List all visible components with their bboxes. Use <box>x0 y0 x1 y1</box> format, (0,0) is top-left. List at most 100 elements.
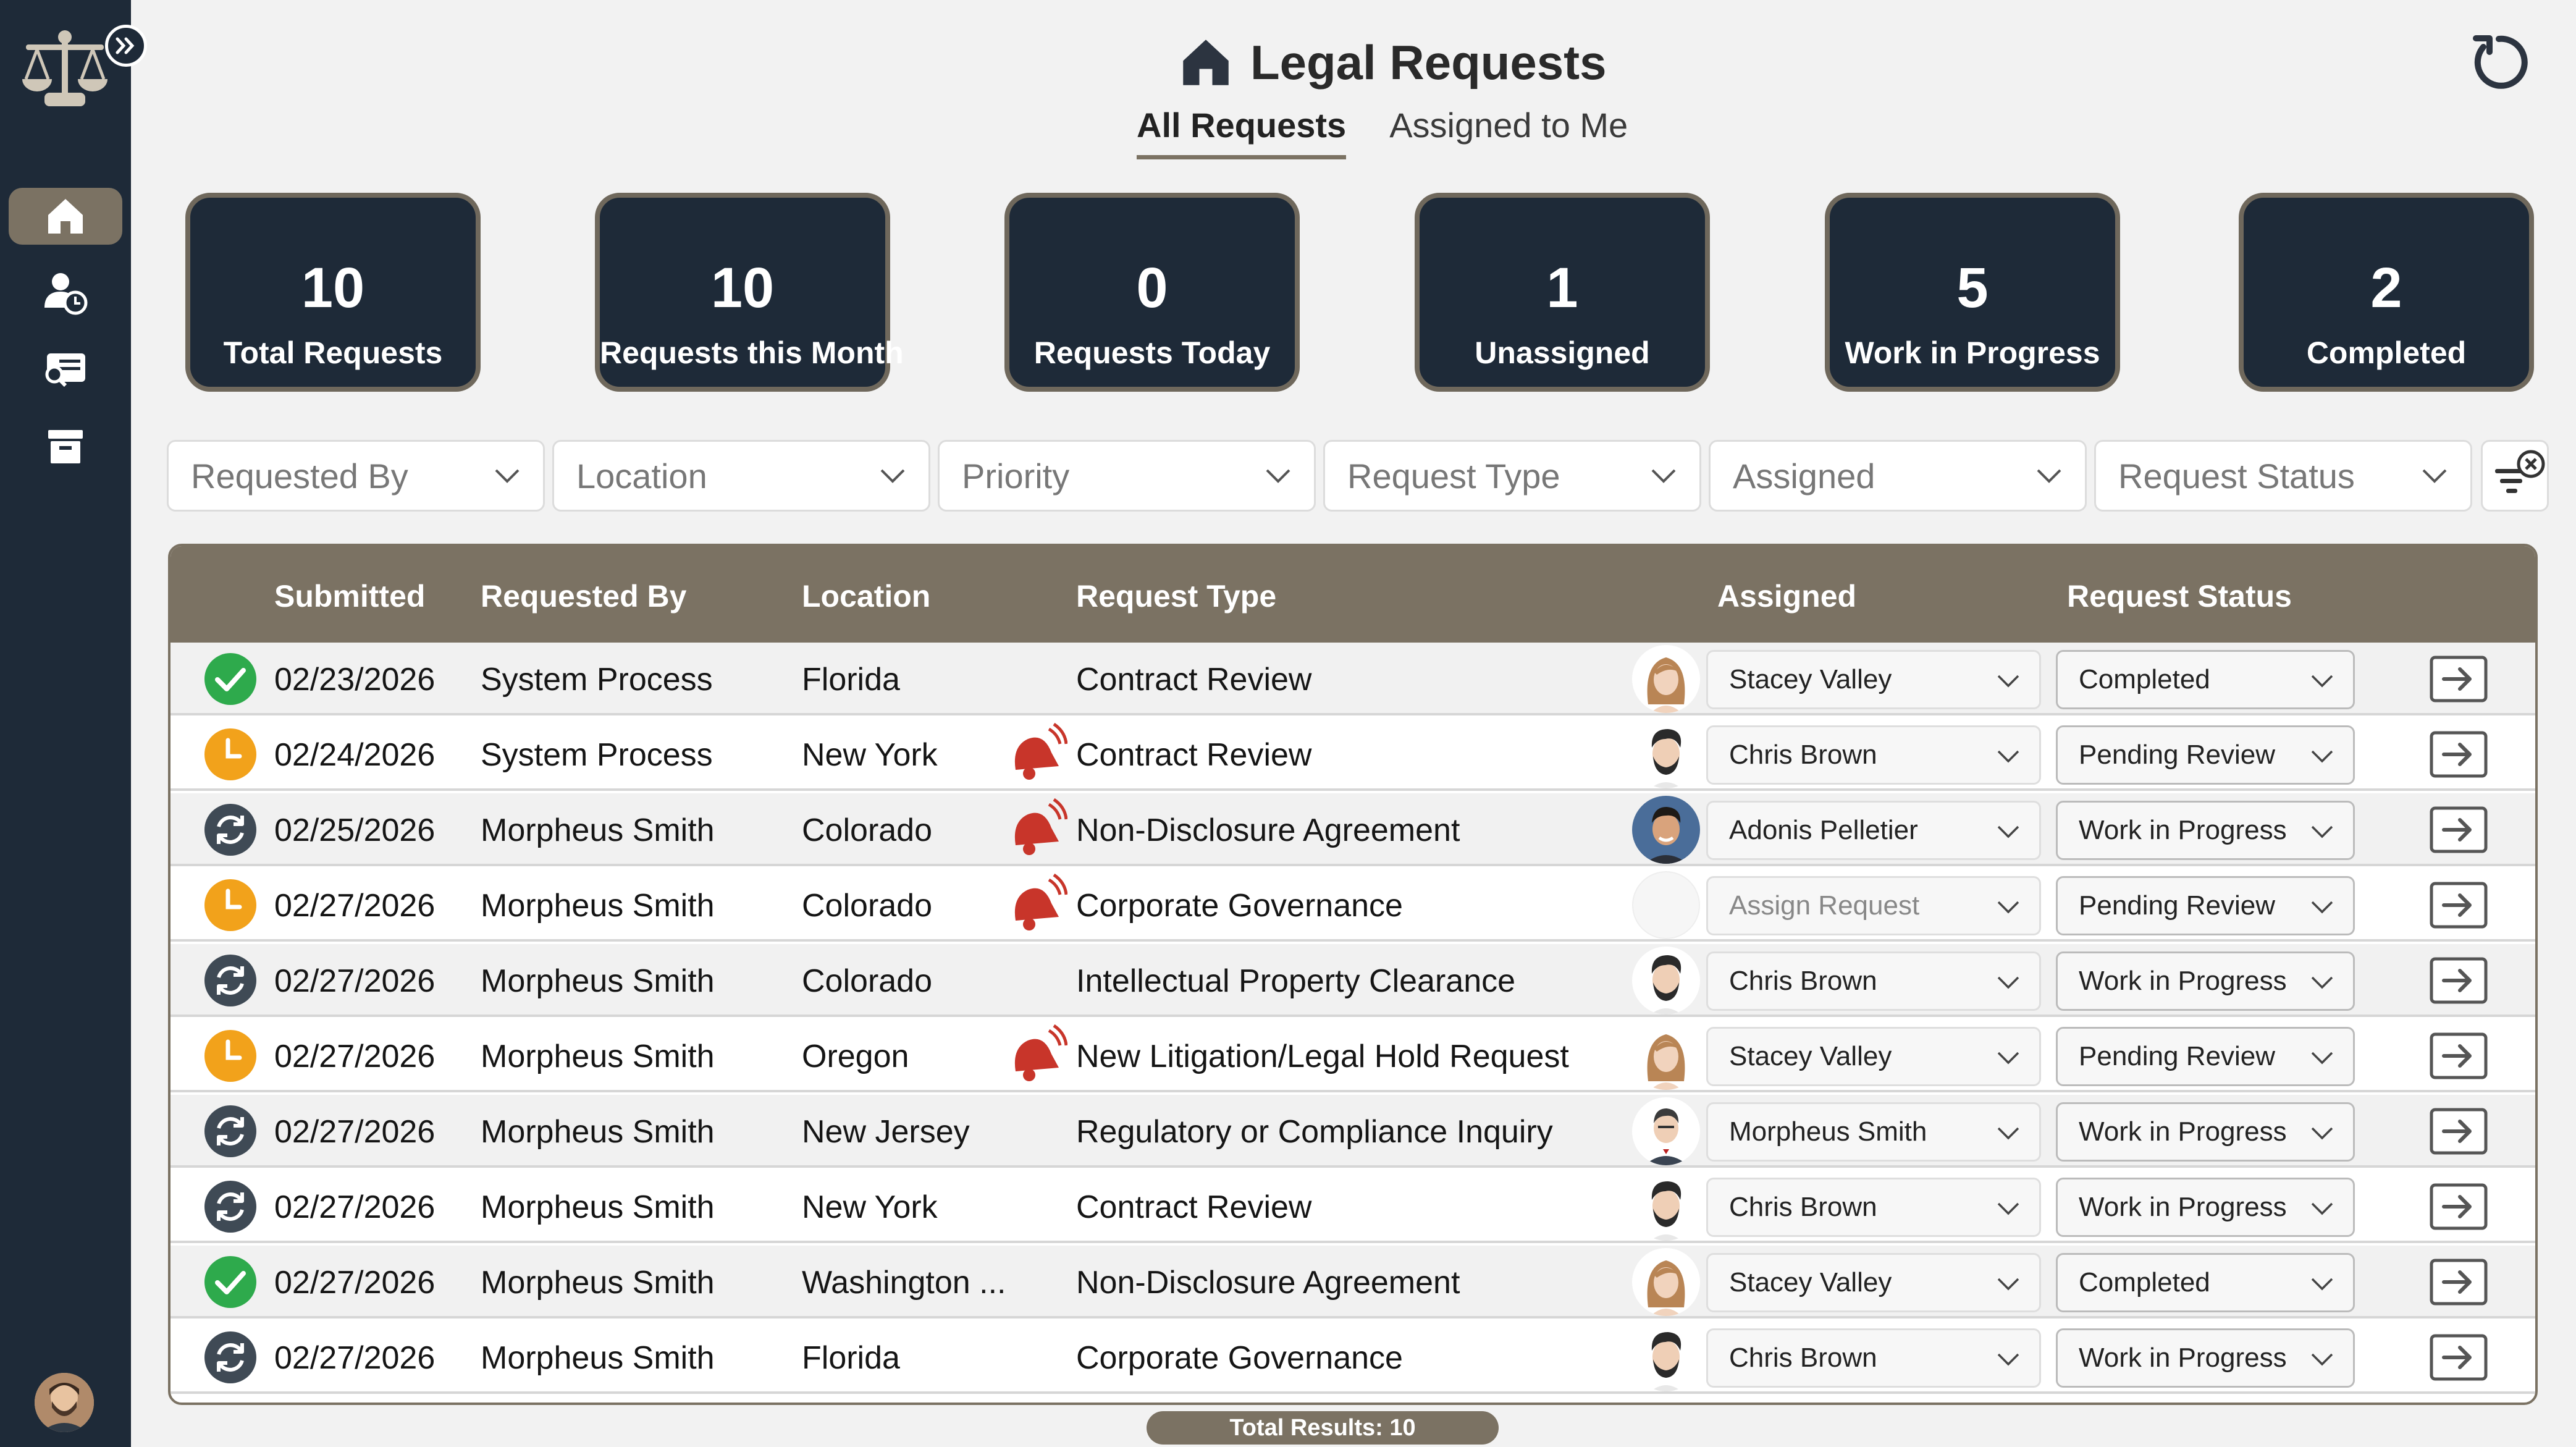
assignee-value: Stacey Valley <box>1729 1267 1892 1297</box>
status-select[interactable]: Pending Review <box>2056 1027 2355 1086</box>
open-request-button[interactable] <box>2429 655 2488 703</box>
stat-value: 10 <box>710 256 775 319</box>
chevron-down-icon <box>2310 1116 2334 1147</box>
column-header-request-status[interactable]: Request Status <box>2067 578 2292 614</box>
assignee-select[interactable]: Assign Request <box>1706 876 2041 935</box>
table-row[interactable]: 02/27/2026 Morpheus Smith Colorado Corporat… <box>170 869 2535 942</box>
table-row[interactable]: 02/24/2026 System Process New York Contract… <box>170 718 2535 791</box>
status-select[interactable]: Pending Review <box>2056 876 2355 935</box>
assignee-select[interactable]: Morpheus Smith <box>1706 1102 2041 1162</box>
filter-location[interactable]: Location <box>552 440 930 512</box>
submitted-date: 02/27/2026 <box>274 1265 436 1301</box>
sidebar <box>0 0 147 1447</box>
open-request-button[interactable] <box>2429 1183 2488 1231</box>
archive-icon <box>48 430 83 463</box>
assignee-select[interactable]: Adonis Pelletier <box>1706 801 2041 860</box>
status-value: Work in Progress <box>2079 966 2287 996</box>
column-header-location[interactable]: Location <box>802 578 930 614</box>
status-value: Pending Review <box>2079 890 2275 921</box>
check-circle-icon <box>203 1254 258 1310</box>
table-row[interactable]: 02/27/2026 Morpheus Smith New Jersey Regula… <box>170 1095 2535 1168</box>
filter-request-status[interactable]: Request Status <box>2094 440 2472 512</box>
clear-filter-icon <box>2495 450 2545 493</box>
sync-icon <box>203 1103 258 1159</box>
clock-icon <box>203 1028 258 1084</box>
assignee-select[interactable]: Stacey Valley <box>1706 650 2041 709</box>
urgent-alarm-icon <box>1006 722 1068 783</box>
status-select[interactable]: Work in Progress <box>2056 801 2355 860</box>
status-select[interactable]: Pending Review <box>2056 725 2355 785</box>
open-request-button[interactable] <box>2429 806 2488 854</box>
requested-by: Morpheus Smith <box>481 812 715 848</box>
search-list-icon <box>45 353 85 387</box>
chevron-down-icon <box>1651 469 1676 483</box>
status-select[interactable]: Work in Progress <box>2056 951 2355 1011</box>
assignee-avatar <box>1632 1323 1700 1391</box>
submitted-date: 02/27/2026 <box>274 888 436 924</box>
table-row[interactable]: 02/23/2026 System Process Florida Contract … <box>170 643 2535 715</box>
home-icon <box>48 199 83 234</box>
stat-card-requests-this-month[interactable]: 10 Requests this Month <box>595 193 904 392</box>
column-header-requested-by[interactable]: Requested By <box>481 578 686 614</box>
assignee-value: Stacey Valley <box>1729 1041 1892 1071</box>
open-request-button[interactable] <box>2429 1032 2488 1080</box>
page-title: Legal Requests <box>1250 35 1607 90</box>
column-header-assigned[interactable]: Assigned <box>1717 578 1856 614</box>
location: Washington ... <box>802 1265 1006 1301</box>
column-header-request-type[interactable]: Request Type <box>1076 578 1276 614</box>
filter-requested-by[interactable]: Requested By <box>167 440 545 512</box>
arrow-right-box-icon <box>2429 1108 2488 1163</box>
assignee-select[interactable]: Stacey Valley <box>1706 1253 2041 1312</box>
filter-priority[interactable]: Priority <box>938 440 1316 512</box>
submitted-date: 02/27/2026 <box>274 1039 436 1074</box>
status-select[interactable]: Work in Progress <box>2056 1178 2355 1237</box>
refresh-button[interactable] <box>2465 28 2533 96</box>
status-select[interactable]: Completed <box>2056 650 2355 709</box>
sidebar-item-archive[interactable] <box>9 418 122 475</box>
assignee-select[interactable]: Chris Brown <box>1706 725 2041 785</box>
table-row[interactable]: 02/25/2026 Morpheus Smith Colorado Non-Disc… <box>170 793 2535 866</box>
sidebar-item-search-requests[interactable] <box>9 341 122 398</box>
sidebar-item-my-requests[interactable] <box>9 264 122 321</box>
filter-placeholder: Request Type <box>1347 456 1560 496</box>
assignee-select[interactable]: Chris Brown <box>1706 951 2041 1011</box>
location: Oregon <box>802 1039 909 1074</box>
open-request-button[interactable] <box>2429 1333 2488 1382</box>
table-row[interactable]: 02/27/2026 Morpheus Smith New York Contract… <box>170 1170 2535 1243</box>
user-avatar[interactable] <box>35 1373 94 1432</box>
tab-assigned-to-me[interactable]: Assigned to Me <box>1389 105 1628 159</box>
request-type: Non-Disclosure Agreement <box>1076 1265 1460 1301</box>
stat-value: 0 <box>1136 256 1168 319</box>
tab-all-requests[interactable]: All Requests <box>1137 105 1347 159</box>
stat-card-work-in-progress[interactable]: 5 Work in Progress <box>1825 193 2120 392</box>
status-select[interactable]: Completed <box>2056 1253 2355 1312</box>
clock-icon <box>203 727 258 782</box>
open-request-button[interactable] <box>2429 1107 2488 1155</box>
table-row[interactable]: 02/27/2026 Morpheus Smith Colorado Intellec… <box>170 944 2535 1017</box>
open-request-button[interactable] <box>2429 881 2488 929</box>
table-row[interactable]: 02/27/2026 Morpheus Smith Florida Corporate… <box>170 1321 2535 1394</box>
arrow-right-box-icon <box>2429 656 2488 711</box>
sidebar-item-home[interactable] <box>9 188 122 245</box>
assignee-select[interactable]: Chris Brown <box>1706 1178 2041 1237</box>
assignee-select[interactable]: Chris Brown <box>1706 1328 2041 1388</box>
filter-request-type[interactable]: Request Type <box>1323 440 1701 512</box>
stat-card-unassigned[interactable]: 1 Unassigned <box>1415 193 1710 392</box>
clear-filters-button[interactable] <box>2481 440 2549 512</box>
column-header-submitted[interactable]: Submitted <box>274 578 425 614</box>
status-select[interactable]: Work in Progress <box>2056 1328 2355 1388</box>
open-request-button[interactable] <box>2429 1258 2488 1306</box>
stat-label: Requests Today <box>1033 335 1271 370</box>
stat-card-completed[interactable]: 2 Completed <box>2239 193 2534 392</box>
assignee-select[interactable]: Stacey Valley <box>1706 1027 2041 1086</box>
stat-card-requests-today[interactable]: 0 Requests Today <box>1004 193 1300 392</box>
open-request-button[interactable] <box>2429 956 2488 1005</box>
expand-sidebar-button[interactable] <box>105 25 147 67</box>
table-row[interactable]: 02/27/2026 Morpheus Smith Oregon New Litiga… <box>170 1019 2535 1092</box>
status-select[interactable]: Work in Progress <box>2056 1102 2355 1162</box>
open-request-button[interactable] <box>2429 730 2488 778</box>
stat-card-total-requests[interactable]: 10 Total Requests <box>185 193 481 392</box>
table-header: Submitted Requested By Location Request … <box>170 546 2535 643</box>
filter-assigned[interactable]: Assigned <box>1709 440 2087 512</box>
table-row[interactable]: 02/27/2026 Morpheus Smith Washington ... No… <box>170 1246 2535 1318</box>
